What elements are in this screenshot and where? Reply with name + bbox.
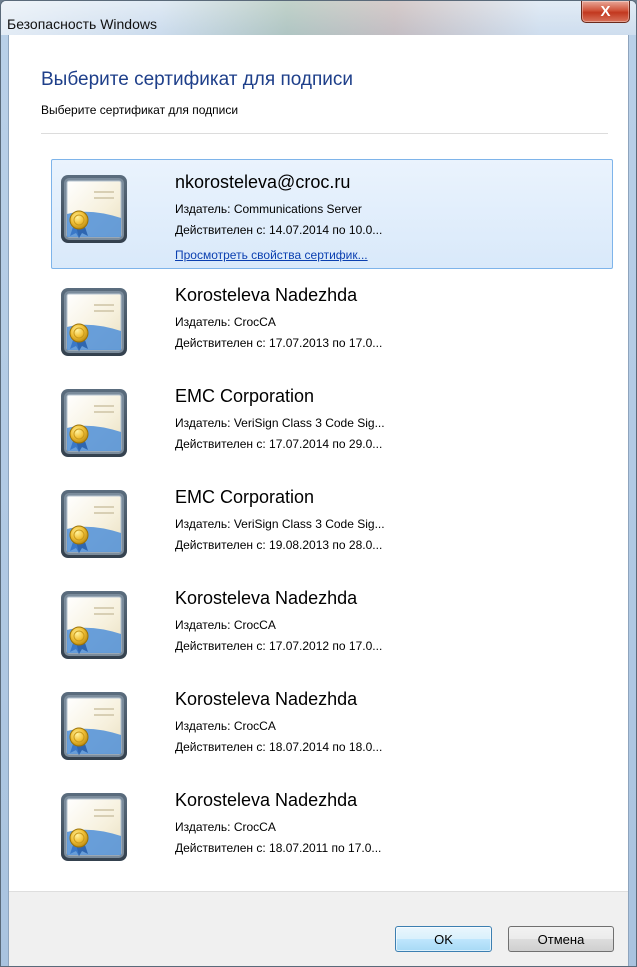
certificate-item[interactable]: EMC Corporation Издатель: VeriSign Class…	[51, 373, 613, 471]
certificate-icon	[60, 590, 128, 660]
certificate-icon	[60, 489, 128, 559]
certificate-issuer: Издатель: CrocCA	[175, 719, 276, 733]
ok-button[interactable]: OK	[395, 926, 492, 952]
certificate-icon	[60, 691, 128, 761]
certificate-item[interactable]: nkorosteleva@croc.ru Издатель: Communica…	[51, 159, 613, 269]
certificate-validity: Действителен с: 18.07.2014 по 18.0...	[175, 740, 383, 754]
certificate-name: EMC Corporation	[175, 487, 315, 507]
dialog-heading: Выберите сертификат для подписи	[41, 69, 353, 90]
certificate-icon	[60, 792, 128, 862]
certificate-icon	[60, 388, 128, 458]
certificate-issuer: Издатель: CrocCA	[175, 315, 276, 329]
button-bar: OK Отмена	[9, 891, 628, 966]
certificate-item[interactable]: EMC Corporation Издатель: VeriSign Class…	[51, 474, 613, 572]
title-bar[interactable]: Безопасность Windows X	[1, 1, 636, 35]
certificate-item[interactable]: Korosteleva Nadezhda Издатель: CrocCA Де…	[51, 575, 613, 673]
certificate-name: Korosteleva Nadezhda	[175, 790, 358, 810]
certificate-issuer: Издатель: CrocCA	[175, 618, 276, 632]
certificate-issuer: Издатель: VeriSign Class 3 Code Sig...	[175, 517, 385, 531]
certificate-list: nkorosteleva@croc.ru Издатель: Communica…	[51, 159, 613, 878]
certificate-item[interactable]: Korosteleva Nadezhda Издатель: CrocCA Де…	[51, 272, 613, 370]
certificate-item[interactable]: Korosteleva Nadezhda Издатель: CrocCA Де…	[51, 676, 613, 774]
certificate-validity: Действителен с: 19.08.2013 по 28.0...	[175, 538, 383, 552]
close-button[interactable]: X	[581, 1, 630, 23]
certificate-name: Korosteleva Nadezhda	[175, 285, 358, 305]
certificate-name: EMC Corporation	[175, 386, 315, 406]
cancel-button[interactable]: Отмена	[508, 926, 614, 952]
certificate-validity: Действителен с: 14.07.2014 по 10.0...	[175, 223, 383, 237]
certificate-validity: Действителен с: 17.07.2013 по 17.0...	[175, 336, 383, 350]
certificate-icon	[60, 287, 128, 357]
certificate-validity: Действителен с: 17.07.2014 по 29.0...	[175, 437, 383, 451]
certificate-issuer: Издатель: Communications Server	[175, 202, 362, 216]
certificate-item[interactable]: Korosteleva Nadezhda Издатель: CrocCA Де…	[51, 777, 613, 875]
certificate-issuer: Издатель: CrocCA	[175, 820, 276, 834]
dialog-subheading: Выберите сертификат для подписи	[41, 103, 239, 117]
certificate-issuer: Издатель: VeriSign Class 3 Code Sig...	[175, 416, 385, 430]
certificate-name: Korosteleva Nadezhda	[175, 588, 358, 608]
separator	[41, 133, 608, 134]
certificate-validity: Действителен с: 18.07.2011 по 17.0...	[175, 841, 382, 855]
dialog-window: Безопасность Windows X Выберите сертифик…	[0, 0, 637, 967]
dialog-body: Выберите сертификат для подписи Выберите…	[8, 35, 629, 966]
certificate-name: nkorosteleva@croc.ru	[175, 172, 351, 192]
certificate-name: Korosteleva Nadezhda	[175, 689, 358, 709]
view-certificate-properties-link[interactable]: Просмотреть свойства сертифик...	[175, 248, 368, 262]
window-title: Безопасность Windows	[7, 16, 157, 32]
close-icon: X	[600, 3, 611, 20]
certificate-icon	[60, 174, 128, 244]
certificate-validity: Действителен с: 17.07.2012 по 17.0...	[175, 639, 383, 653]
